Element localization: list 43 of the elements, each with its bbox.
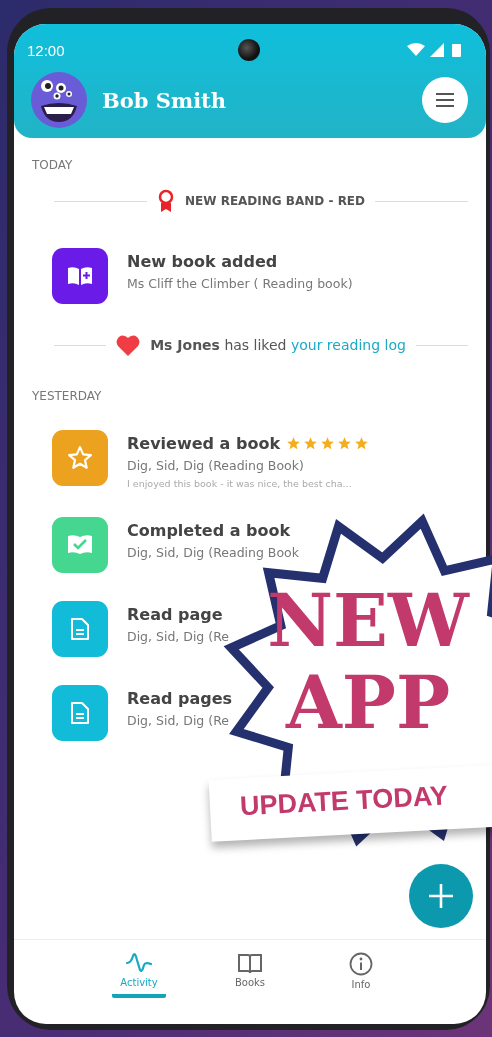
star-icon — [286, 436, 302, 451]
status-time: 12:00 — [27, 41, 65, 59]
activity-title: New book added — [127, 252, 278, 271]
star-icon — [337, 436, 353, 451]
book-title: Dig, Sid, Dig (Re — [127, 629, 229, 644]
activity-title: Read pages — [127, 689, 233, 708]
book-icon — [237, 952, 263, 974]
monster-avatar-drawing — [31, 72, 87, 128]
plus-icon — [428, 883, 454, 909]
book-check-icon — [67, 534, 93, 556]
star-outline-icon — [67, 445, 93, 471]
activity-pulse-icon — [126, 952, 152, 974]
star-icon — [303, 436, 319, 451]
review-text: I enjoyed this book - it was nice, the best cha... — [127, 478, 353, 489]
user-name: Bob Smith — [102, 87, 228, 113]
star-icon — [354, 436, 370, 451]
menu-button[interactable] — [422, 77, 468, 123]
book-title: Dig, Sid, Dig (Reading Book — [127, 545, 299, 560]
star-icon — [320, 436, 336, 451]
document-icon — [70, 701, 90, 725]
book-plus-icon — [67, 265, 93, 287]
event-text: NEW READING BAND - RED — [185, 194, 366, 208]
info-icon — [349, 952, 373, 976]
wifi-icon — [407, 43, 425, 56]
document-icon — [70, 617, 90, 641]
award-ribbon-icon — [157, 189, 175, 213]
promo-headline: APP — [285, 662, 451, 744]
menu-icon — [435, 93, 455, 107]
activity-title: Read page — [127, 605, 223, 624]
battery-icon — [452, 44, 461, 57]
section-label: TODAY — [32, 158, 74, 172]
like-message: Ms Jones has liked your reading log — [150, 337, 406, 353]
book-title: Dig, Sid, Dig (Re — [127, 713, 230, 728]
heart-icon — [116, 334, 141, 356]
book-title: Ms Cliff the Climber ( Reading book) — [127, 276, 353, 291]
nav-tab[interactable]: Books — [194, 940, 306, 1024]
section-label: YESTERDAY — [32, 389, 103, 403]
activity-title: Completed a book — [127, 521, 291, 540]
promo-headline: NEW — [267, 580, 469, 662]
signal-icon — [430, 43, 444, 57]
nav-tab[interactable]: Info — [305, 940, 417, 1024]
activity-title: Reviewed a book — [127, 434, 281, 453]
book-title: Dig, Sid, Dig (Reading Book) — [127, 458, 305, 473]
